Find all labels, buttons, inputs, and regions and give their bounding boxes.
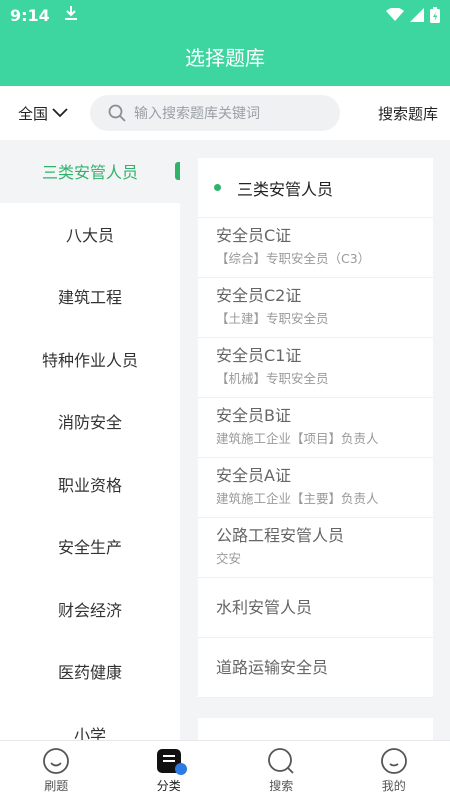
bottom-tab-bar: 刷题 分类 搜索 我的 — [0, 740, 450, 800]
sidebar-item-label: 八大员 — [65, 225, 114, 245]
status-icons — [386, 7, 440, 23]
tab-profile[interactable]: 我的 — [338, 741, 450, 800]
region-selector[interactable]: 全国 — [0, 103, 90, 124]
list-item[interactable]: 公路工程安管人员 交安 — [198, 518, 433, 578]
sidebar-item-label: 小学 — [73, 725, 106, 740]
item-subtitle: 建筑施工企业【项目】负责人 — [216, 431, 379, 446]
category-card: 三类安管人员 安全员C证 【综合】专职安全员（C3） 安全员C2证 【土建】专职… — [198, 158, 433, 698]
item-title: 安全员C证 — [216, 226, 292, 245]
chevron-down-icon — [52, 108, 68, 118]
sidebar-item[interactable]: 八大员 — [0, 203, 180, 266]
item-title: 安全员C2证 — [216, 286, 302, 305]
category-icon — [155, 747, 187, 775]
sidebar-item[interactable]: 特种作业人员 — [0, 328, 180, 391]
active-indicator — [175, 162, 180, 180]
sidebar-item-label: 财会经济 — [57, 600, 122, 620]
list-item[interactable]: 安全员C证 【综合】专职安全员（C3） — [198, 218, 433, 278]
sidebar-item[interactable]: 财会经济 — [0, 578, 180, 641]
region-label: 全国 — [18, 104, 49, 123]
list-item[interactable]: 安全员C1证 【机械】专职安全员 — [198, 338, 433, 398]
tab-label: 我的 — [381, 779, 406, 793]
notification-dot — [174, 763, 187, 775]
sidebar-item-label: 特种作业人员 — [41, 350, 138, 370]
content-panel: 三类安管人员 安全员C证 【综合】专职安全员（C3） 安全员C2证 【土建】专职… — [198, 158, 433, 740]
item-subtitle: 【土建】专职安全员 — [216, 311, 329, 326]
sidebar-item[interactable]: 消防安全 — [0, 390, 180, 453]
signal-icon — [410, 8, 424, 22]
tab-label: 刷题 — [44, 779, 69, 793]
search-input[interactable]: 输入搜索题库关键词 — [90, 95, 340, 131]
face-icon — [42, 747, 70, 775]
sidebar-item[interactable]: 小学 — [0, 703, 180, 740]
tab-practice[interactable]: 刷题 — [0, 741, 113, 800]
sidebar-item[interactable]: 职业资格 — [0, 453, 180, 516]
search-icon — [267, 747, 295, 775]
status-bar: 9:14 — [0, 0, 450, 30]
section-header: 三类安管人员 — [198, 158, 433, 218]
tab-search[interactable]: 搜索 — [225, 741, 338, 800]
section-title: 三类安管人员 — [237, 179, 334, 199]
sidebar-item-label: 安全生产 — [57, 538, 122, 558]
item-title: 道路运输安全员 — [216, 657, 329, 677]
page-title: 选择题库 — [185, 46, 265, 70]
tab-label: 搜索 — [269, 779, 294, 793]
search-placeholder: 输入搜索题库关键词 — [134, 106, 260, 122]
sidebar-item-label: 职业资格 — [57, 475, 122, 495]
item-subtitle: 交安 — [216, 551, 242, 566]
wifi-icon — [386, 8, 404, 21]
list-item[interactable]: 安全员C2证 【土建】专职安全员 — [198, 278, 433, 338]
item-title: 安全员C1证 — [216, 346, 302, 365]
search-button[interactable]: 搜索题库 — [378, 103, 450, 124]
sidebar-item-label: 建筑工程 — [57, 288, 122, 308]
item-subtitle: 【机械】专职安全员 — [216, 371, 329, 386]
list-item[interactable]: 安全员A证 建筑施工企业【主要】负责人 — [198, 458, 433, 518]
list-item[interactable]: 水利安管人员 — [198, 578, 433, 638]
search-bar: 全国 输入搜索题库关键词 搜索题库 — [0, 86, 450, 140]
item-subtitle: 建筑施工企业【主要】负责人 — [216, 491, 379, 506]
item-title: 公路工程安管人员 — [216, 526, 345, 545]
sidebar-item-label: 消防安全 — [57, 413, 122, 433]
tab-category[interactable]: 分类 — [113, 741, 226, 800]
section-dot — [214, 184, 221, 191]
tab-label: 分类 — [156, 779, 181, 793]
item-subtitle: 【综合】专职安全员（C3） — [216, 251, 371, 266]
app-header: 9:14 选择题库 — [0, 0, 450, 86]
sidebar-item[interactable]: 医药健康 — [0, 640, 180, 703]
item-title: 水利安管人员 — [216, 597, 313, 617]
search-icon — [108, 104, 126, 122]
download-icon — [64, 5, 78, 25]
sidebar-item-label: 三类安管人员 — [41, 163, 138, 183]
battery-icon — [430, 7, 440, 23]
sidebar-item[interactable]: 安全生产 — [0, 515, 180, 578]
sidebar-item[interactable]: 三类安管人员 — [0, 140, 180, 203]
category-sidebar: 三类安管人员 八大员 建筑工程 特种作业人员 消防安全 职业资格 安全生产 财会… — [0, 140, 180, 740]
item-title: 安全员A证 — [216, 466, 291, 485]
list-item[interactable]: 道路运输安全员 — [198, 638, 433, 698]
item-title: 安全员B证 — [216, 406, 291, 425]
next-category-card — [198, 718, 433, 740]
profile-icon — [380, 747, 408, 775]
sidebar-item-label: 医药健康 — [57, 663, 122, 683]
sidebar-item[interactable]: 建筑工程 — [0, 265, 180, 328]
list-item[interactable]: 安全员B证 建筑施工企业【项目】负责人 — [198, 398, 433, 458]
status-time: 9:14 — [10, 5, 50, 25]
